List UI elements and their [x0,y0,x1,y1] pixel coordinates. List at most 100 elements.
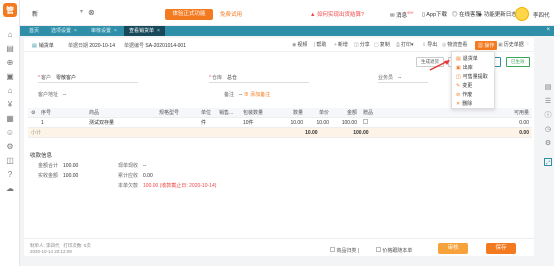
tab-sales-order[interactable]: 查看销货单 × [124,26,165,36]
cell-qty[interactable]: 10.00 [276,120,306,126]
finance-icon[interactable]: ¥ [5,100,15,110]
menu-item-change[interactable]: ✎ 变更 [452,82,496,91]
notice-link[interactable]: ▲ 如何实现出货结算? [310,10,364,18]
table-row[interactable]: 1 测试双存量 件 10件 10.00 10.00 100.00 0.00 [28,118,532,128]
salesman-field[interactable]: 业务员 -- [378,74,401,81]
tool-print[interactable]: ⎙打印▾ [396,41,414,48]
menu-item-void[interactable]: ⊘ 作废 [452,91,496,100]
expand-icon[interactable]: ⤢ [544,158,552,166]
add-remark-label: 添加备注 [250,92,271,98]
plus-icon: + [334,42,337,48]
cell-product[interactable]: 测试双存量 [86,119,156,126]
customer-value: 零散客户 [55,75,76,81]
tool-operate[interactable]: ▦ 操作 [475,41,498,50]
tab-audit-settings[interactable]: 审核设置 × [86,26,122,36]
tool-label: 复制 [379,42,390,48]
export-icon: ⇩ [422,42,427,48]
settings-icon[interactable]: ⚙ [28,110,38,116]
customer-icon[interactable]: ☺ [5,128,15,138]
help-icon[interactable]: ? [5,170,15,180]
menu-item-available[interactable]: ◫ 可售量提取 [452,73,496,82]
cloud-icon[interactable]: ☁ [5,184,15,194]
doc-type-label: 销货单 [38,43,54,49]
inventory-icon[interactable]: ▣ [5,72,15,82]
home-icon[interactable]: ⌂ [5,30,15,40]
tool-help[interactable]: |帮助 [314,41,326,48]
cell-price[interactable]: 10.00 [306,120,332,126]
tool-export[interactable]: ⇩导出 [422,41,437,48]
close-icon[interactable]: × [74,28,77,34]
tool-logistics[interactable]: ◎物流查看 [442,41,467,48]
next-icon[interactable]: › [527,41,529,47]
close-all-tabs-icon[interactable]: × [546,27,550,33]
mail-icon: ✉ [390,12,395,19]
tab-label: 查看销货单 [129,28,155,34]
user-name[interactable]: 李四代 [533,11,550,19]
tab-options[interactable]: 选项设置 × [46,26,82,36]
cell-gift[interactable] [360,119,388,126]
price-follow-checkbox[interactable]: 价格跟随本单 [376,247,412,254]
report-icon[interactable]: ▦ [5,114,15,124]
tool-video[interactable]: ◉视频 [292,41,307,48]
effective-button[interactable]: 已生效 [506,57,530,67]
checkbox[interactable] [330,247,335,252]
warehouse-field[interactable]: *仓库 总仓 [209,74,237,81]
outbound-icon: ▣ [456,65,461,71]
audit-button[interactable]: 审核 [438,243,468,254]
menu-item-return[interactable]: ▤ 退货单 [452,55,496,64]
col-amount: 金额 [346,110,357,116]
group-checkbox[interactable]: 商品归类 | [330,247,359,254]
settings-icon[interactable]: ⚙ [544,140,552,148]
sales-icon[interactable]: ▤ [5,44,15,54]
menu-item-label: 出库 [462,65,473,71]
tool-label: 帮助 [316,42,327,48]
notice-text: 如何实现出货结算? [316,12,365,18]
search-icon[interactable]: ⊗ [88,8,100,18]
tab-home[interactable]: 首页 [24,26,44,36]
changelog-label: 功能更新日志 [483,12,517,18]
save-button[interactable]: 保存 [486,243,516,254]
total-label: 金额合计 [38,163,59,169]
gift-checkbox[interactable] [363,119,368,124]
close-icon[interactable]: × [114,28,117,34]
trial-link[interactable]: 免费试用 [220,10,242,18]
trial-button[interactable]: 体验正式功能 [165,9,213,20]
table-header: ⚙ 序号 商品 规格型号 单位 销售... 包装数量 数量 单价 金额 赠品 可… [28,108,532,118]
remark-field[interactable]: 备注 -- ⊕ 添加备注 [224,91,270,98]
list-icon[interactable]: ☰ [544,98,552,106]
tool-new[interactable]: +新增 [334,41,348,48]
history-icon: ▣ [498,42,503,48]
void-icon: ⊘ [456,92,461,98]
store-icon[interactable]: ◫ [5,156,15,166]
store-selector[interactable]: 新 [32,9,38,18]
tool-history[interactable]: ▣历史单据 [498,41,524,48]
warehouse-icon[interactable]: ⌂ [5,86,15,96]
avatar[interactable] [515,7,529,21]
add-remark-link[interactable]: ⊕ 添加备注 [244,92,270,98]
customer-field[interactable]: *客户 零散客户 [38,74,76,81]
col-qty: 数量 [292,110,303,116]
tool-copy[interactable]: ▢复制 [374,41,390,48]
messages-link[interactable]: ✉ 消息99+ [390,10,414,19]
changelog-link[interactable]: ◈ 功能更新日志 [478,10,517,18]
app-download-link[interactable]: ▯ App下载 [422,10,447,18]
app-logo[interactable]: 管 [3,3,17,17]
subtotal-avail: 0.00 [519,129,529,136]
pay-field: 累计应收 0.00 [118,172,153,179]
messages-badge: 99+ [407,10,414,15]
chevron-down-icon[interactable]: ▾ [80,8,83,15]
menu-item-delete[interactable]: ✕ 删除 [452,100,496,109]
doc-icon[interactable]: ▤ [544,84,552,92]
checkbox[interactable] [376,247,381,252]
close-icon[interactable]: × [157,28,160,34]
address-field[interactable]: 客户地址 -- [38,91,66,98]
items-table: ⚙ 序号 商品 规格型号 单位 销售... 包装数量 数量 单价 金额 赠品 可… [28,108,532,138]
menu-item-label: 删除 [462,101,473,107]
menu-item-outbound[interactable]: ▣ 出库 [452,64,496,73]
tool-share[interactable]: ◫分享 [354,41,370,48]
info-icon[interactable]: ⓘ [544,112,552,120]
settings-icon[interactable]: ⚙ [5,142,15,152]
clock-icon[interactable]: ◷ [544,126,552,134]
purchase-icon[interactable]: ⊕ [5,58,15,68]
service-link[interactable]: ◎ 在线客服 [452,10,481,18]
